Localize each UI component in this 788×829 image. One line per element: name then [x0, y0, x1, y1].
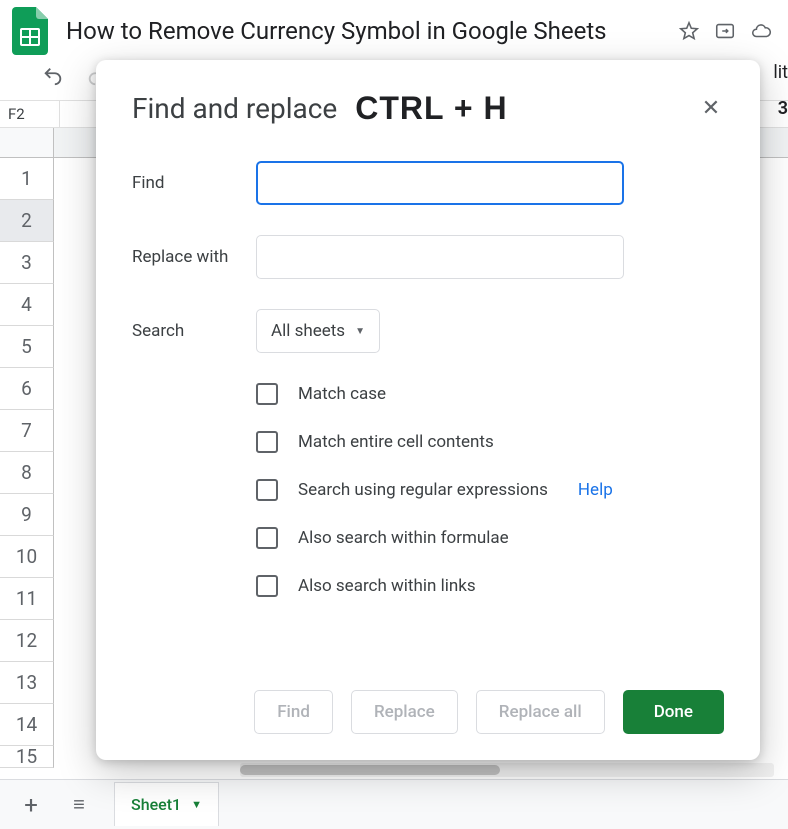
row-header[interactable]: 14 — [0, 704, 54, 746]
cloud-status-icon[interactable] — [750, 20, 772, 42]
links-row: Also search within links — [256, 575, 724, 597]
row-header[interactable]: 15 — [0, 746, 54, 768]
formulae-checkbox[interactable] — [256, 527, 278, 549]
match-entire-checkbox[interactable] — [256, 431, 278, 453]
formulae-label: Also search within formulae — [298, 528, 509, 548]
match-case-label: Match case — [298, 384, 386, 404]
sheet-tab[interactable]: Sheet1 ▼ — [114, 782, 219, 826]
sheets-logo-icon[interactable] — [10, 5, 50, 57]
search-scope-row: Search All sheets ▼ — [132, 309, 724, 353]
replace-row: Replace with — [132, 235, 724, 279]
clipped-letter: 3 — [778, 98, 788, 119]
row-header[interactable]: 7 — [0, 410, 54, 452]
match-case-row: Match case — [256, 383, 724, 405]
match-entire-label: Match entire cell contents — [298, 432, 494, 452]
row-header[interactable]: 8 — [0, 452, 54, 494]
sheet-tab-label: Sheet1 — [131, 795, 181, 814]
formulae-row: Also search within formulae — [256, 527, 724, 549]
name-box[interactable]: F2 — [0, 101, 60, 127]
row-headers: 1 2 3 4 5 6 7 8 9 10 11 12 13 14 15 — [0, 158, 54, 768]
regex-label: Search using regular expressions — [298, 480, 548, 500]
find-row: Find — [132, 161, 724, 205]
match-case-checkbox[interactable] — [256, 383, 278, 405]
clipped-text: lit — [773, 62, 788, 83]
move-icon[interactable] — [714, 20, 736, 42]
links-label: Also search within links — [298, 576, 476, 596]
regex-help-link[interactable]: Help — [578, 480, 613, 500]
chevron-down-icon: ▼ — [355, 326, 365, 337]
regex-checkbox[interactable] — [256, 479, 278, 501]
row-header[interactable]: 4 — [0, 284, 54, 326]
row-header[interactable]: 9 — [0, 494, 54, 536]
select-all-corner[interactable] — [0, 128, 54, 158]
replace-button[interactable]: Replace — [351, 690, 458, 734]
dialog-title: Find and replace — [132, 92, 337, 125]
document-actions — [678, 20, 772, 42]
find-replace-dialog: Find and replace CTRL + H ✕ Find Replace… — [96, 60, 760, 760]
sheet-tab-bar: + ≡ Sheet1 ▼ — [0, 779, 788, 829]
all-sheets-button[interactable]: ≡ — [66, 792, 92, 818]
dialog-header: Find and replace CTRL + H ✕ — [132, 90, 724, 127]
replace-label: Replace with — [132, 247, 256, 267]
chevron-down-icon[interactable]: ▼ — [191, 798, 202, 811]
replace-all-button[interactable]: Replace all — [476, 690, 605, 734]
scrollbar-thumb[interactable] — [240, 765, 500, 775]
add-sheet-button[interactable]: + — [18, 792, 44, 818]
find-label: Find — [132, 173, 256, 193]
undo-icon[interactable] — [42, 65, 64, 91]
row-header[interactable]: 11 — [0, 578, 54, 620]
shortcut-label: CTRL + H — [355, 90, 507, 127]
search-scope-dropdown[interactable]: All sheets ▼ — [256, 309, 380, 353]
document-title[interactable]: How to Remove Currency Symbol in Google … — [66, 17, 607, 45]
row-header[interactable]: 12 — [0, 620, 54, 662]
star-icon[interactable] — [678, 20, 700, 42]
find-button[interactable]: Find — [254, 690, 333, 734]
horizontal-scrollbar[interactable] — [240, 763, 774, 777]
search-scope-value: All sheets — [271, 321, 345, 341]
done-button[interactable]: Done — [623, 690, 724, 734]
row-header[interactable]: 13 — [0, 662, 54, 704]
find-input[interactable] — [256, 161, 624, 205]
links-checkbox[interactable] — [256, 575, 278, 597]
replace-input[interactable] — [256, 235, 624, 279]
row-header[interactable]: 2 — [0, 200, 54, 242]
row-header[interactable]: 1 — [0, 158, 54, 200]
match-entire-row: Match entire cell contents — [256, 431, 724, 453]
dialog-footer: Find Replace Replace all Done — [132, 690, 724, 734]
search-label: Search — [132, 321, 256, 341]
row-header[interactable]: 10 — [0, 536, 54, 578]
row-header[interactable]: 3 — [0, 242, 54, 284]
document-header: How to Remove Currency Symbol in Google … — [0, 0, 788, 56]
row-header[interactable]: 5 — [0, 326, 54, 368]
row-header[interactable]: 6 — [0, 368, 54, 410]
regex-row: Search using regular expressions Help — [256, 479, 724, 501]
close-icon[interactable]: ✕ — [698, 96, 724, 122]
